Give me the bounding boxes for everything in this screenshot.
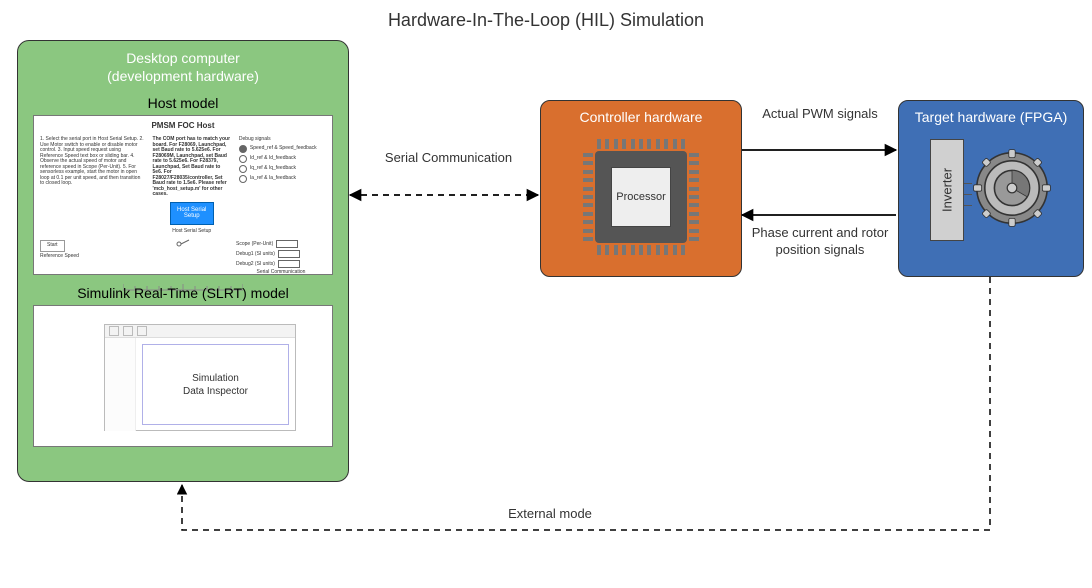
host-note: The COM port has to match your board. Fo… <box>153 137 231 198</box>
host-right-bottom: Scope (Per-Unit) Debug1 (SI units) Debug… <box>234 236 328 278</box>
radio-speed: Speed_ref & Speed_feedback <box>250 146 317 152</box>
host-panel-title: PMSM FOC Host <box>38 122 328 131</box>
host-model-label: Host model <box>18 95 348 111</box>
host-note-col: The COM port has to match your board. Fo… <box>151 135 233 236</box>
host-serial-button: Host Serial Setup <box>170 202 214 225</box>
ref-speed-label: Reference Speed <box>40 254 130 260</box>
desktop-title-line2: (development hardware) <box>107 68 259 84</box>
desktop-title-line1: Desktop computer <box>126 50 240 66</box>
sdi-plot: Simulation Data Inspector <box>136 338 295 431</box>
target-title: Target hardware (FPGA) <box>899 109 1083 125</box>
sdi-sidebar <box>105 338 136 431</box>
desktop-box-title: Desktop computer (development hardware) <box>18 49 348 85</box>
processor-label: Processor <box>611 167 671 227</box>
target-hardware-box: Target hardware (FPGA) Inverter <box>898 100 1084 277</box>
diagram-title: Hardware-In-The-Loop (HIL) Simulation <box>0 10 1092 31</box>
serial-comm-label: Serial Communication <box>236 270 326 276</box>
host-model-panel: PMSM FOC Host 1. Select the serial port … <box>33 115 333 275</box>
sdi-toolbar <box>105 325 295 338</box>
serial-comm-label-arrow: Serial Communication <box>376 150 521 167</box>
radio-id: Id_ref & Id_feedback <box>250 156 296 162</box>
debug-signals-label: Debug signals <box>239 137 326 143</box>
host-instructions: 1. Select the serial port in Host Serial… <box>38 135 147 236</box>
sdi-plot-label: Simulation Data Inspector <box>183 372 248 398</box>
controller-title: Controller hardware <box>541 109 741 125</box>
start-box: Start <box>40 240 65 252</box>
debug1-label: Debug1 (SI units) <box>236 252 275 258</box>
switch-icon <box>174 238 192 250</box>
radio-ia: Ia_ref & Ia_feedback <box>250 176 296 182</box>
pwm-signals-label: Actual PWM signals <box>745 106 895 123</box>
radio-iq: Iq_ref & Iq_feedback <box>250 166 296 172</box>
slrt-panel: Simulation Data Inspector <box>33 305 333 447</box>
debug2-label: Debug2 (SI units) <box>236 262 275 268</box>
phase-current-label: Phase current and rotor position signals <box>745 225 895 259</box>
sdi-window: Simulation Data Inspector <box>104 324 296 431</box>
desktop-computer-box: Desktop computer (development hardware) … <box>17 40 349 482</box>
processor-chip-icon: Processor <box>581 137 701 257</box>
motor-icon <box>972 148 1052 228</box>
controller-hardware-box: Controller hardware Processor <box>540 100 742 277</box>
host-mid-bottom <box>136 236 230 278</box>
host-debug-col: Debug signals Speed_ref & Speed_feedback… <box>237 135 328 236</box>
inverter-block: Inverter <box>930 139 964 241</box>
host-left-bottom: Start Reference Speed <box>38 236 132 278</box>
scope-label: Scope (Per-Unit) <box>236 242 273 248</box>
external-mode-label: External mode <box>450 506 650 521</box>
